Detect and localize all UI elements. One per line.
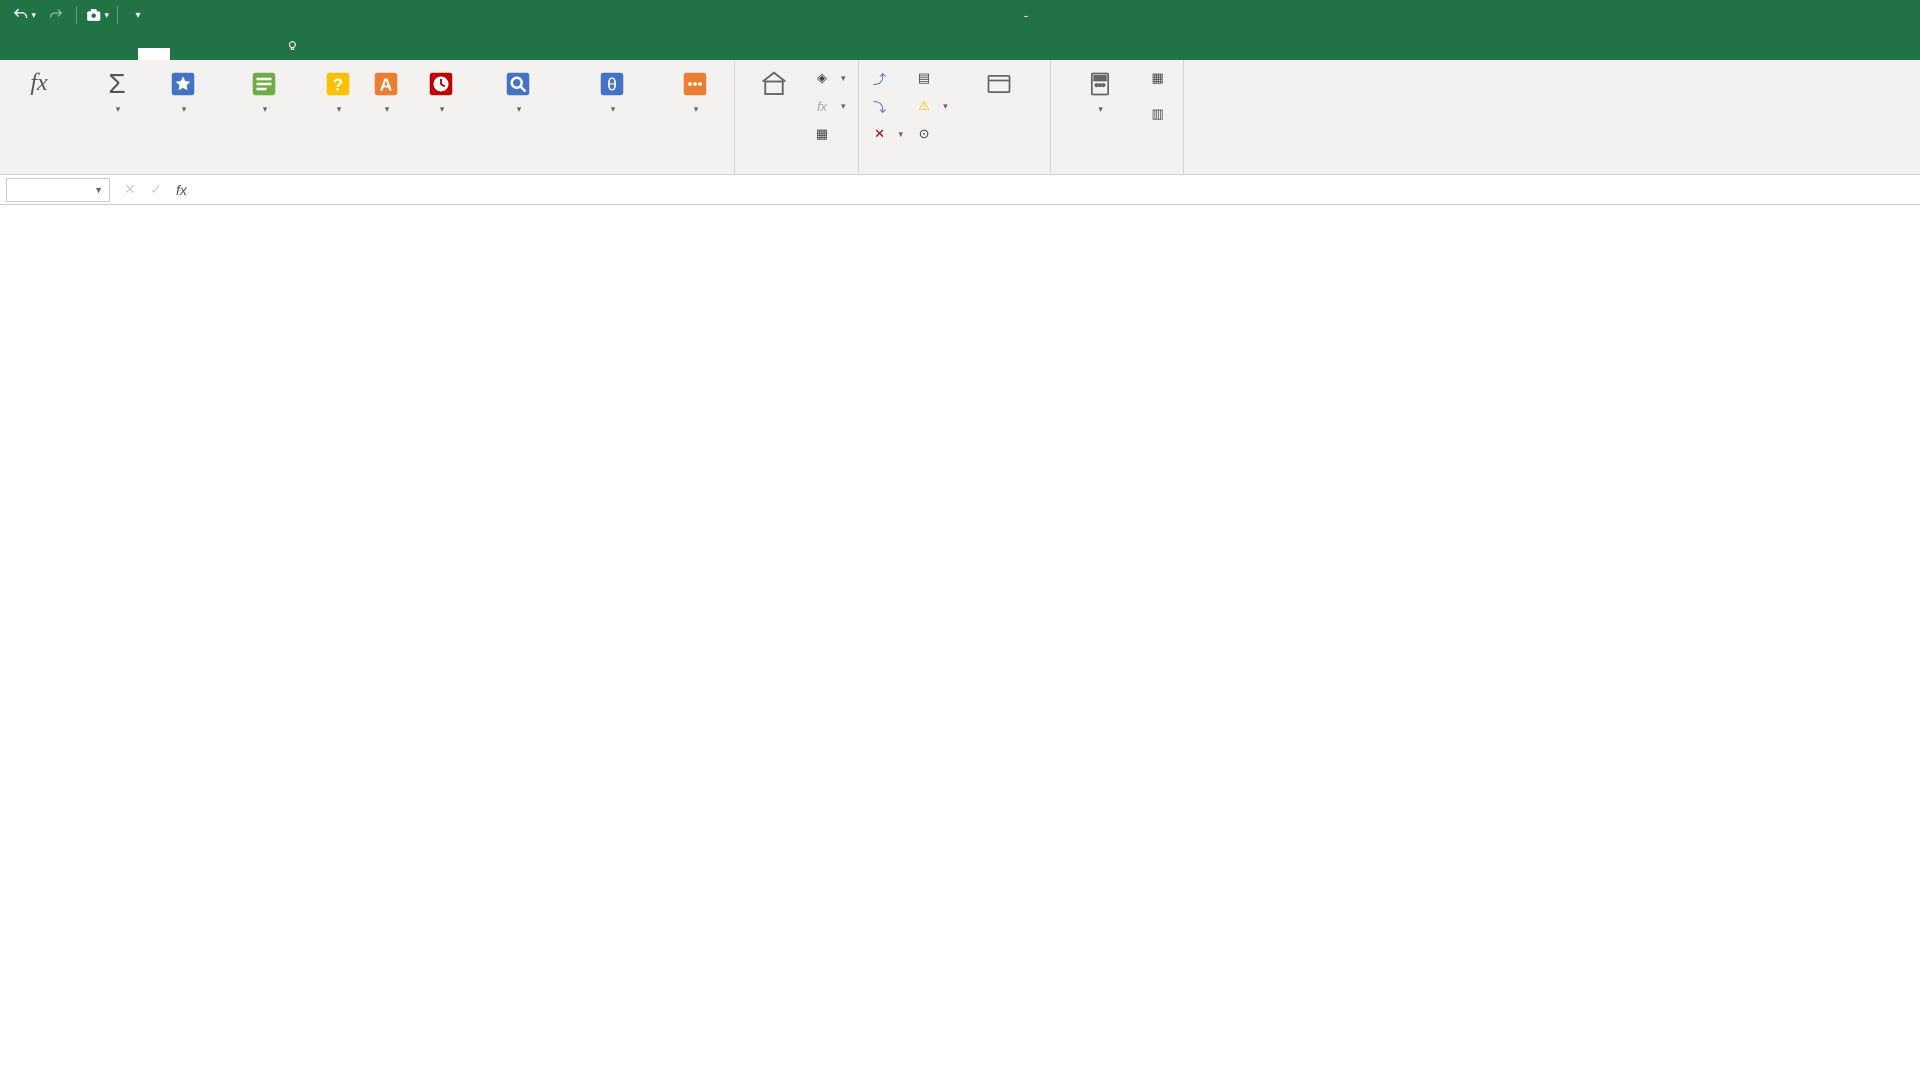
calc-icon: [1082, 68, 1118, 100]
redo-button[interactable]: [44, 3, 68, 27]
qat-customize-button[interactable]: ▾: [126, 3, 150, 27]
tag-small-icon: ◈: [813, 69, 831, 87]
fx-icon: fx: [21, 68, 57, 100]
undo-button[interactable]: ▾: [12, 3, 36, 27]
cancel-formula-button[interactable]: ✕: [118, 178, 142, 202]
group-label-names: [743, 171, 850, 172]
logical-icon: ?: [320, 68, 356, 100]
ribbon-tabs: [0, 30, 1920, 60]
autosum-button[interactable]: Σ ▾: [86, 64, 148, 120]
logical-button[interactable]: ? ▾: [314, 64, 362, 120]
lookup-button[interactable]: ▾: [476, 64, 560, 120]
formula-icon: ▤: [915, 69, 933, 87]
remove-icon: ✕: [871, 125, 889, 143]
star-icon: [165, 68, 201, 100]
search-icon: [500, 68, 536, 100]
evaluate-formula-button[interactable]: ⊙: [911, 120, 952, 148]
calculate-now-button[interactable]: ▦: [1145, 64, 1175, 92]
tab-insert[interactable]: [70, 48, 102, 60]
tag-icon: [756, 68, 792, 100]
tab-formulas[interactable]: [138, 48, 170, 60]
svg-text:θ: θ: [607, 74, 617, 94]
arrow-up-icon: ⤴: [871, 69, 889, 87]
recently-used-button[interactable]: ▾: [152, 64, 214, 120]
enter-formula-button[interactable]: ✓: [144, 178, 168, 202]
fx-label[interactable]: fx: [176, 182, 187, 198]
text-icon: A: [368, 68, 404, 100]
datetime-button[interactable]: ▾: [410, 64, 472, 120]
remove-arrows-button[interactable]: ✕▾: [867, 120, 908, 148]
tell-me-search[interactable]: [274, 34, 318, 60]
svg-text:?: ?: [333, 74, 344, 94]
more-functions-button[interactable]: ▾: [664, 64, 726, 120]
use-in-formula-button: fx▾: [809, 92, 850, 120]
more-icon: [677, 68, 713, 100]
chevron-down-icon: ▼: [94, 185, 103, 195]
calculation-options-button[interactable]: ▾: [1059, 64, 1141, 120]
file-tab[interactable]: [6, 48, 34, 60]
quick-access-toolbar: ▾ ▾ ▾: [0, 3, 150, 27]
define-name-button[interactable]: ◈▾: [809, 64, 850, 92]
svg-text:A: A: [380, 74, 393, 94]
camera-button[interactable]: ▾: [85, 3, 109, 27]
tab-review[interactable]: [206, 48, 238, 60]
financial-icon: [246, 68, 282, 100]
tab-start[interactable]: [36, 48, 68, 60]
sigma-icon: Σ: [99, 68, 135, 100]
formula-input[interactable]: [193, 179, 1920, 201]
trace-dependents-button[interactable]: ⤵: [867, 92, 908, 120]
group-label-auditing: [867, 171, 1042, 172]
calc-now-icon: ▦: [1149, 69, 1167, 87]
bulb-icon: [286, 40, 300, 54]
grid-small-icon: ▦: [813, 125, 831, 143]
window-icon: [981, 68, 1017, 100]
title-bar: ▾ ▾ ▾ -: [0, 0, 1920, 30]
trace-precedents-button[interactable]: ⤴: [867, 64, 908, 92]
text-button[interactable]: A ▾: [366, 64, 406, 120]
clock-icon: [423, 68, 459, 100]
group-label-calculation: [1059, 171, 1175, 172]
theta-icon: θ: [594, 68, 630, 100]
name-box[interactable]: ▼: [6, 178, 110, 202]
warning-icon: ⚠: [915, 97, 933, 115]
arrow-down-icon: ⤵: [871, 97, 889, 115]
error-checking-button[interactable]: ⚠▾: [911, 92, 952, 120]
group-label-library: [86, 171, 726, 172]
tab-data[interactable]: [172, 48, 204, 60]
calculate-sheet-button[interactable]: ▥: [1145, 100, 1175, 128]
show-formulas-button[interactable]: ▤: [911, 64, 952, 92]
ribbon: fx Σ ▾ ▾ ▾ ? ▾ A: [0, 60, 1920, 175]
watch-window-button[interactable]: [956, 64, 1042, 106]
formula-bar: ▼ ✕ ✓ fx: [0, 175, 1920, 205]
name-manager-button[interactable]: [743, 64, 805, 106]
math-button[interactable]: θ ▾: [564, 64, 660, 120]
eval-icon: ⊙: [915, 125, 933, 143]
window-title: -: [150, 8, 1902, 23]
create-from-selection-button[interactable]: ▦: [809, 120, 850, 148]
tab-view[interactable]: [240, 48, 272, 60]
tab-pagelayout[interactable]: [104, 48, 136, 60]
fx-small-icon: fx: [813, 97, 831, 115]
insert-function-button[interactable]: fx: [8, 64, 70, 106]
sheet-icon: ▥: [1149, 105, 1167, 123]
financial-button[interactable]: ▾: [218, 64, 310, 120]
